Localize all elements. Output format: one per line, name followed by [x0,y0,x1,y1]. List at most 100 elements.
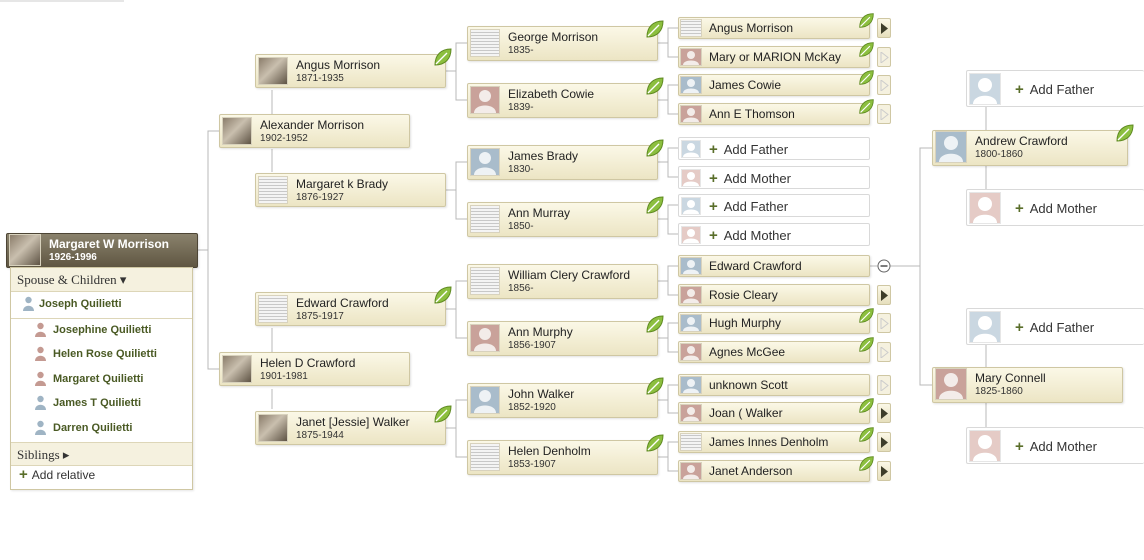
hint-leaf-icon[interactable] [645,376,665,396]
person-name: Ann E Thomson [709,107,795,121]
hint-leaf-icon[interactable] [645,138,665,158]
male-silhouette-icon [935,131,967,163]
hint-leaf-icon[interactable] [858,307,875,324]
mother-card[interactable]: Helen D Crawford 1901-1981 [219,352,410,386]
grandparent-card[interactable]: Angus Morrison 1871-1935 [255,48,452,88]
male-silhouette-icon [35,395,46,410]
expand-arrow-icon[interactable] [877,104,891,124]
grandparent-card[interactable]: Edward Crawford 1875-1917 [255,286,452,326]
person-name: Janet Anderson [709,464,793,478]
person-name: Edward Crawford [296,296,389,310]
ancestor-card[interactable]: Janet Anderson [678,456,874,482]
hint-leaf-icon[interactable] [858,455,875,472]
person-photo [680,19,702,37]
person-lifespan: 1902-1952 [260,133,308,144]
expand-arrow-icon[interactable] [877,75,891,95]
expand-arrow-icon[interactable] [877,18,891,38]
hint-leaf-icon[interactable] [858,397,875,414]
expand-arrow-icon[interactable] [877,313,891,333]
person-name: Alexander Morrison [260,118,365,132]
expand-arrow-icon[interactable] [877,461,891,481]
focus-person-lifespan: 1926-1996 [49,252,97,263]
add-relative-button[interactable]: + Add relative [11,466,192,490]
ancestor-card[interactable]: James Innes Denholm [678,427,874,453]
female-silhouette-icon [681,169,701,187]
plus-icon: + [1015,81,1024,98]
siblings-toggle[interactable]: Siblings ▸ [11,442,192,466]
grandparent-card[interactable]: Margaret k Brady 1876-1927 [255,173,446,207]
great-grandparent-card[interactable]: Ann Murphy 1856-1907 [467,315,664,356]
expand-arrow-icon[interactable] [877,285,891,305]
hint-leaf-icon[interactable] [858,98,875,115]
hint-leaf-icon[interactable] [858,12,875,29]
hint-leaf-icon[interactable] [433,285,453,305]
add-mother-button[interactable]: + Add Mother [966,189,1144,226]
spouse-children-toggle[interactable]: Spouse & Children ▾ [11,268,192,292]
great-grandparent-card[interactable]: John Walker 1852-1920 [467,377,664,418]
great-grandparent-card[interactable]: Helen Denholm 1853-1907 [467,434,664,475]
ancestor-card[interactable]: Andrew Crawford 1800-1860 [932,124,1134,166]
focus-person-card[interactable]: Margaret W Morrison 1926-1996 [6,233,198,268]
person-name: Helen Denholm [508,444,591,458]
add-father-label: Add Father [1029,320,1095,335]
collapse-icon[interactable] [877,259,891,273]
hint-leaf-icon[interactable] [645,76,665,96]
ancestor-card[interactable]: Mary or MARION McKay [678,42,874,68]
child-row[interactable]: James T Quilietti [11,392,192,414]
add-mother-button[interactable]: + Add Mother [678,223,870,246]
ancestor-card[interactable]: Joan ( Walker [678,398,874,424]
ancestor-card[interactable]: unknown Scott [678,374,870,396]
add-father-label: Add Father [1029,82,1095,97]
expand-arrow-icon[interactable] [877,342,891,362]
father-card[interactable]: Alexander Morrison 1902-1952 [219,114,410,148]
ancestor-card[interactable]: Mary Connell 1825-1860 [932,367,1123,403]
female-silhouette-icon [680,462,702,480]
hint-leaf-icon[interactable] [433,404,453,424]
hint-leaf-icon[interactable] [1115,123,1135,143]
hint-leaf-icon[interactable] [858,336,875,353]
grandparent-card[interactable]: Janet [Jessie] Walker 1875-1944 [255,405,452,445]
person-photo [470,29,500,57]
plus-icon: + [1015,438,1024,455]
ancestor-card[interactable]: Angus Morrison [678,13,874,39]
expand-arrow-icon[interactable] [877,47,891,67]
child-row[interactable]: Margaret Quilietti [11,368,192,390]
great-grandparent-card[interactable]: James Brady 1830- [467,139,664,180]
ancestor-card[interactable]: Edward Crawford [678,255,870,277]
hint-leaf-icon[interactable] [645,433,665,453]
add-father-button[interactable]: + Add Father [678,194,870,217]
expand-arrow-icon[interactable] [877,375,891,395]
hint-leaf-icon[interactable] [858,41,875,58]
hint-leaf-icon[interactable] [645,314,665,334]
child-row[interactable]: Helen Rose Quilietti [11,343,192,365]
hint-leaf-icon[interactable] [433,47,453,67]
add-father-button[interactable]: + Add Father [678,137,870,160]
ancestor-card[interactable]: James Cowie [678,70,874,96]
ancestor-card[interactable]: Rosie Cleary [678,284,870,306]
hint-leaf-icon[interactable] [858,426,875,443]
child-row[interactable]: Darren Quilietti [11,417,192,439]
ancestor-card[interactable]: Ann E Thomson [678,99,874,125]
great-grandparent-card[interactable]: George Morrison 1835- [467,20,664,61]
plus-icon: + [709,198,718,215]
spouse-row[interactable]: Joseph Quilietti [11,293,192,317]
ancestor-card[interactable]: Agnes McGee [678,337,874,363]
great-grandparent-card[interactable]: Ann Murray 1850- [467,196,664,237]
hint-leaf-icon[interactable] [858,69,875,86]
ancestor-card[interactable]: Hugh Murphy [678,308,874,334]
add-mother-button[interactable]: + Add Mother [678,166,870,189]
person-lifespan: 1901-1981 [260,371,308,382]
expand-arrow-icon[interactable] [877,432,891,452]
expand-arrow-icon[interactable] [877,403,891,423]
person-photo [222,117,252,145]
great-grandparent-card[interactable]: Elizabeth Cowie 1839- [467,77,664,118]
child-row[interactable]: Josephine Quilietti [11,319,192,341]
great-grandparent-card[interactable]: William Clery Crawford 1856- [467,264,658,299]
hint-leaf-icon[interactable] [645,19,665,39]
add-father-button[interactable]: + Add Father [966,308,1144,345]
person-name: Andrew Crawford [975,134,1068,148]
add-father-button[interactable]: + Add Father [966,70,1144,107]
person-name: William Clery Crawford [508,268,631,282]
hint-leaf-icon[interactable] [645,195,665,215]
add-mother-button[interactable]: + Add Mother [966,427,1144,464]
